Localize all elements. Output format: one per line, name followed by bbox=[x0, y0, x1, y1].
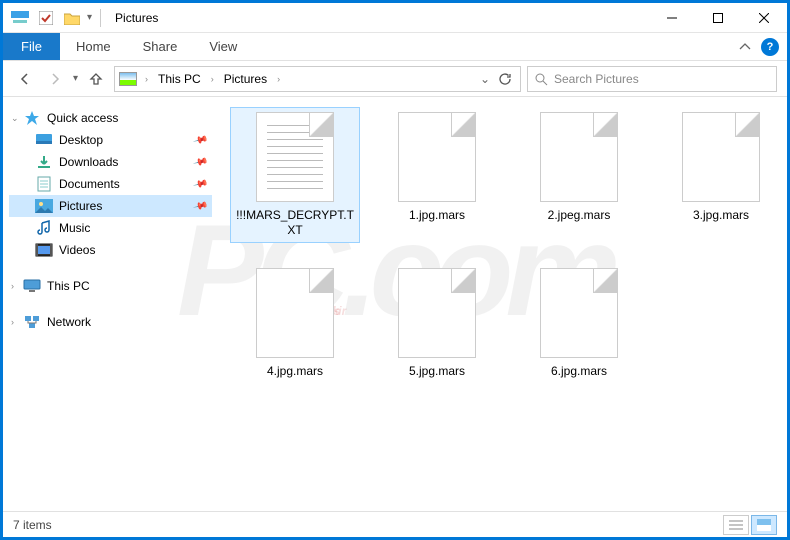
item-count: 7 items bbox=[13, 518, 52, 532]
sidebar-item-documents[interactable]: Documents 📌 bbox=[9, 173, 212, 195]
forward-button[interactable] bbox=[43, 67, 67, 91]
chevron-right-icon[interactable]: › bbox=[207, 74, 218, 84]
pin-icon: 📌 bbox=[192, 132, 208, 148]
file-item[interactable]: 3.jpg.mars bbox=[656, 107, 786, 243]
documents-icon bbox=[35, 176, 53, 192]
help-icon[interactable]: ? bbox=[761, 38, 779, 56]
file-name: 5.jpg.mars bbox=[409, 364, 465, 379]
close-button[interactable] bbox=[741, 3, 787, 33]
sidebar-network[interactable]: › Network bbox=[9, 311, 212, 333]
search-placeholder: Search Pictures bbox=[554, 72, 639, 86]
sidebar-item-label: Downloads bbox=[59, 155, 118, 169]
file-item[interactable]: 5.jpg.mars bbox=[372, 263, 502, 384]
sidebar-item-label: Music bbox=[59, 221, 90, 235]
refresh-icon[interactable] bbox=[498, 72, 512, 86]
sidebar-item-videos[interactable]: Videos bbox=[9, 239, 212, 261]
back-button[interactable] bbox=[13, 67, 37, 91]
navbar: ▾ › This PC › Pictures › ⌄ Search Pictur… bbox=[3, 61, 787, 97]
chevron-right-icon[interactable]: › bbox=[11, 317, 14, 327]
file-item[interactable]: !!!MARS_DECRYPT.TXT bbox=[230, 107, 360, 243]
window-title: Pictures bbox=[115, 11, 158, 25]
chevron-right-icon[interactable]: › bbox=[273, 74, 284, 84]
sidebar-quick-access[interactable]: ⌄ Quick access bbox=[9, 107, 212, 129]
star-icon bbox=[23, 110, 41, 126]
minimize-button[interactable] bbox=[649, 3, 695, 33]
thumbnails-view-button[interactable] bbox=[751, 515, 777, 535]
file-thumbnail-icon bbox=[398, 268, 476, 358]
sidebar-item-label: Pictures bbox=[59, 199, 102, 213]
pin-icon: 📌 bbox=[192, 154, 208, 170]
qat-properties-icon[interactable] bbox=[35, 7, 57, 29]
sidebar-item-label: Network bbox=[47, 315, 91, 329]
file-thumbnail-icon bbox=[682, 112, 760, 202]
music-icon bbox=[35, 220, 53, 236]
breadcrumb-segment[interactable]: This PC bbox=[156, 72, 203, 86]
location-icon bbox=[119, 72, 137, 86]
tab-home[interactable]: Home bbox=[60, 33, 127, 60]
file-name: !!!MARS_DECRYPT.TXT bbox=[235, 208, 355, 238]
sidebar-item-desktop[interactable]: Desktop 📌 bbox=[9, 129, 212, 151]
sidebar-item-label: Documents bbox=[59, 177, 120, 191]
file-tab[interactable]: File bbox=[3, 33, 60, 60]
file-thumbnail-icon bbox=[256, 268, 334, 358]
file-name: 6.jpg.mars bbox=[551, 364, 607, 379]
pictures-icon bbox=[35, 198, 53, 214]
videos-icon bbox=[35, 242, 53, 258]
file-thumbnail-icon bbox=[540, 268, 618, 358]
pin-icon: 📌 bbox=[192, 198, 208, 214]
breadcrumb-segment[interactable]: Pictures bbox=[222, 72, 269, 86]
explorer-window: PCrisk.com ▾ Pictures File Home Share bbox=[3, 3, 787, 537]
search-input[interactable]: Search Pictures bbox=[527, 66, 777, 92]
file-name: 1.jpg.mars bbox=[409, 208, 465, 223]
chevron-right-icon[interactable]: › bbox=[11, 281, 14, 291]
chevron-down-icon[interactable]: ⌄ bbox=[11, 113, 19, 124]
desktop-icon bbox=[35, 132, 53, 148]
sidebar-item-music[interactable]: Music bbox=[9, 217, 212, 239]
sidebar-item-downloads[interactable]: Downloads 📌 bbox=[9, 151, 212, 173]
file-name: 4.jpg.mars bbox=[267, 364, 323, 379]
qat-dropdown-icon[interactable]: ▾ bbox=[87, 12, 92, 23]
file-thumbnail-icon bbox=[256, 112, 334, 202]
details-view-button[interactable] bbox=[723, 515, 749, 535]
chevron-right-icon[interactable]: › bbox=[141, 74, 152, 84]
recent-dropdown-icon[interactable]: ▾ bbox=[73, 73, 78, 84]
sidebar: ⌄ Quick access Desktop📌Downloads📌Documen… bbox=[3, 97, 218, 511]
file-item[interactable]: 6.jpg.mars bbox=[514, 263, 644, 384]
file-name: 3.jpg.mars bbox=[693, 208, 749, 223]
file-thumbnail-icon bbox=[398, 112, 476, 202]
file-pane[interactable]: !!!MARS_DECRYPT.TXT 1.jpg.mars 2.jpeg.mars… bbox=[218, 97, 787, 511]
network-icon bbox=[23, 314, 41, 330]
titlebar: ▾ Pictures bbox=[3, 3, 787, 33]
search-icon bbox=[534, 72, 548, 86]
file-thumbnail-icon bbox=[540, 112, 618, 202]
folder-app-icon bbox=[9, 7, 31, 29]
file-item[interactable]: 4.jpg.mars bbox=[230, 263, 360, 384]
ribbon: File Home Share View ? bbox=[3, 33, 787, 61]
sidebar-item-label: Desktop bbox=[59, 133, 103, 147]
sidebar-item-pictures[interactable]: Pictures 📌 bbox=[9, 195, 212, 217]
address-dropdown-icon[interactable]: ⌄ bbox=[480, 72, 490, 86]
sidebar-this-pc[interactable]: › This PC bbox=[9, 275, 212, 297]
pin-icon: 📌 bbox=[192, 176, 208, 192]
maximize-button[interactable] bbox=[695, 3, 741, 33]
address-bar[interactable]: › This PC › Pictures › ⌄ bbox=[114, 66, 521, 92]
sidebar-item-label: Videos bbox=[59, 243, 95, 257]
computer-icon bbox=[23, 278, 41, 294]
ribbon-collapse-icon[interactable] bbox=[739, 42, 751, 52]
tab-share[interactable]: Share bbox=[127, 33, 194, 60]
sidebar-item-label: This PC bbox=[47, 279, 90, 293]
up-button[interactable] bbox=[84, 67, 108, 91]
sidebar-item-label: Quick access bbox=[47, 111, 118, 125]
file-item[interactable]: 1.jpg.mars bbox=[372, 107, 502, 243]
file-name: 2.jpeg.mars bbox=[548, 208, 611, 223]
downloads-icon bbox=[35, 154, 53, 170]
statusbar: 7 items bbox=[3, 511, 787, 537]
qat-newfolder-icon[interactable] bbox=[61, 7, 83, 29]
tab-view[interactable]: View bbox=[193, 33, 253, 60]
file-item[interactable]: 2.jpeg.mars bbox=[514, 107, 644, 243]
